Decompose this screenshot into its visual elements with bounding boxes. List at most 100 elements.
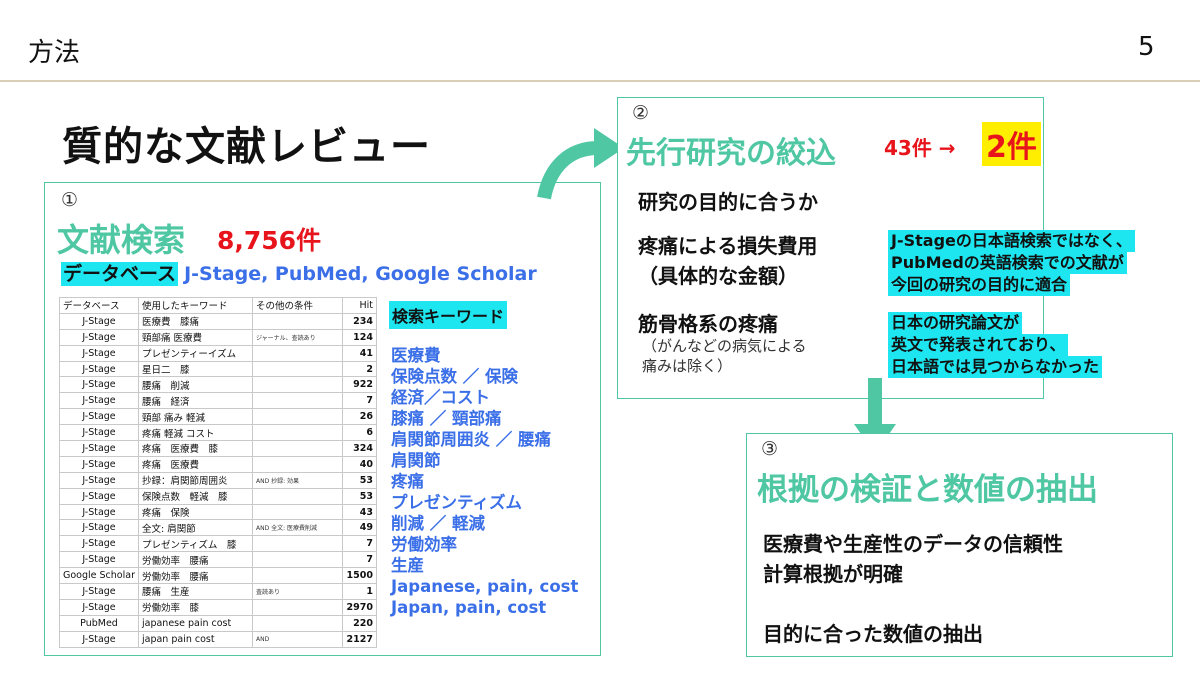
keyword-item: プレゼンティズム [391, 493, 523, 512]
table-row: J-Stage 腰痛 削減 922 [59, 376, 378, 394]
table-header-database: データベース [59, 297, 139, 314]
keyword-item: 医療費 [391, 346, 441, 365]
cell-database: J-Stage [59, 376, 139, 394]
keyword-item: Japanese, pain, cost [391, 577, 579, 596]
table-row: Google Scholar 労働効率 腰痛 1500 [59, 567, 378, 585]
section3-number: ③ [761, 438, 779, 460]
cell-keyword: 疼痛 医療費 [137, 455, 253, 473]
table-row: J-Stage 抄録：肩関節周囲炎 AND 抄録: 効果 53 [59, 471, 378, 489]
cell-hit: 2970 [341, 598, 378, 616]
cell-hit: 1500 [341, 567, 378, 585]
table-row: J-Stage 労働効率 腰痛 7 [59, 551, 378, 569]
cell-hit: 53 [341, 471, 378, 489]
cell-hit: 234 [341, 312, 378, 330]
cell-database: J-Stage [59, 328, 139, 346]
section3-box: ③ 根拠の検証と数値の抽出 医療費や生産性のデータの信頼性 計算根拠が明確 目的… [746, 433, 1173, 657]
cell-keyword: 頸部痛 医療費 [137, 328, 253, 346]
cell-keyword: 頸部 痛み 軽減 [137, 408, 253, 426]
criterion-purpose: 研究の目的に合うか [638, 190, 818, 214]
cell-conditions [251, 392, 343, 410]
cell-hit: 2 [341, 360, 378, 378]
cell-keyword: 疼痛 保険 [137, 503, 253, 521]
cell-database: J-Stage [59, 312, 139, 330]
slide-header-title: 方法 [28, 38, 81, 68]
cell-keyword: 医療費 膝痛 [137, 312, 253, 330]
cell-hit: 1 [341, 583, 378, 600]
cell-conditions [251, 408, 343, 426]
cell-keyword: japan pain cost [137, 630, 253, 648]
cell-hit: 7 [341, 392, 378, 410]
criterion-note-line: （がんなどの病気による [642, 337, 807, 355]
cell-conditions: AND 全文: 医療費削減 [251, 519, 343, 537]
table-header-row: データベース 使用したキーワード その他の条件 Hit [59, 297, 378, 314]
cell-hit: 2127 [341, 630, 378, 648]
cell-hit: 124 [341, 328, 378, 346]
highlight-line: 今回の研究の目的に適合 [888, 274, 1071, 296]
cell-database: Google Scholar [59, 567, 139, 585]
section3-line-extraction: 目的に合った数値の抽出 [763, 622, 983, 646]
cell-database: J-Stage [59, 598, 139, 616]
keyword-item: 膝痛 ／ 頸部痛 [391, 409, 502, 428]
highlight-line: 日本語では見つからなかった [888, 356, 1103, 378]
cell-database: J-Stage [59, 471, 139, 489]
section3-title: 根拠の検証と数値の抽出 [757, 472, 1098, 508]
cell-keyword: japanese pain cost [137, 614, 253, 632]
cell-hit: 7 [341, 535, 378, 553]
cell-hit: 53 [341, 487, 378, 505]
cell-database: J-Stage [59, 583, 139, 600]
keyword-item: 経済／コスト [391, 388, 490, 407]
cell-database: J-Stage [59, 440, 139, 457]
highlight-line: 英文で発表されており、 [888, 334, 1069, 356]
table-row: J-Stage 疼痛 軽減 コスト 6 [59, 424, 378, 442]
database-values: J-Stage, PubMed, Google Scholar [184, 263, 537, 285]
cell-database: J-Stage [59, 344, 139, 362]
cell-keyword: 疼痛 軽減 コスト [137, 424, 253, 442]
cell-hit: 6 [341, 424, 378, 442]
finding-highlight-1: J-Stageの日本語検索ではなく、 PubMedの英語検索での文献が 今回の研… [888, 230, 1135, 296]
highlight-line: 日本の研究論文が [888, 312, 1023, 334]
keyword-item: 労働効率 [391, 535, 457, 554]
cell-keyword: 労働効率 腰痛 [137, 551, 253, 569]
table-row: J-Stage 疼痛 保険 43 [59, 503, 378, 521]
keyword-label: 検索キーワード [389, 301, 508, 329]
section2-count-from: 43件 → [884, 136, 956, 160]
cell-conditions [251, 598, 343, 616]
cell-conditions [251, 344, 343, 362]
search-keyword-table: データベース 使用したキーワード その他の条件 Hit J-Stage 医療費 膝… [59, 297, 378, 648]
cell-database: J-Stage [59, 630, 139, 648]
section2-box: ② 先行研究の絞込 43件 → 2件 研究の目的に合うか 疼痛による損失費用 （… [617, 97, 1135, 399]
cell-database: J-Stage [59, 424, 139, 442]
section2-count-to: 2件 [982, 122, 1041, 166]
cell-hit: 49 [341, 519, 378, 537]
cell-keyword: プレゼンティーイズム [137, 344, 253, 362]
criterion-pain-cost: 疼痛による損失費用 [638, 234, 818, 258]
cell-database: J-Stage [59, 487, 139, 505]
keyword-list: 医療費 保険点数 ／ 保険 経済／コスト 膝痛 ／ 頸部痛 肩関節周囲炎 ／ 腰痛 肩関節… [391, 345, 578, 618]
cell-hit: 324 [341, 440, 378, 457]
cell-keyword: 腰痛 削減 [137, 376, 253, 394]
cell-conditions [251, 424, 343, 442]
finding-highlight-2: 日本の研究論文が 英文で発表されており、 日本語では見つからなかった [888, 312, 1103, 378]
cell-conditions [251, 614, 343, 632]
cell-conditions [251, 487, 343, 505]
cell-keyword: 疼痛 医療費 膝 [137, 440, 253, 457]
cell-database: J-Stage [59, 503, 139, 521]
table-row: J-Stage 頸部 痛み 軽減 26 [59, 408, 378, 426]
cell-conditions [251, 312, 343, 330]
table-row: J-Stage 全文: 肩関節 AND 全文: 医療費削減 49 [59, 519, 378, 537]
section1-box: ① 文献検索 8,756件 データベース J-Stage, PubMed, Goo… [44, 182, 601, 656]
cell-keyword: 労働効率 膝 [137, 598, 253, 616]
section3-line-reliability: 医療費や生産性のデータの信頼性 [763, 532, 1063, 556]
keyword-item: 削減 ／ 軽減 [391, 514, 485, 533]
table-row: J-Stage 労働効率 膝 2970 [59, 598, 378, 616]
main-title: 質的な文献レビュー [62, 124, 431, 170]
section1-count: 8,756件 [217, 226, 322, 255]
database-label: データベース [61, 262, 179, 286]
cell-hit: 922 [341, 376, 378, 394]
highlight-line: PubMedの英語検索での文献が [888, 252, 1127, 274]
keyword-item: 生産 [391, 556, 424, 575]
cell-keyword: 全文: 肩関節 [137, 519, 253, 537]
cell-hit: 41 [341, 344, 378, 362]
table-row: J-Stage プレゼンティズム 膝 7 [59, 535, 378, 553]
cell-hit: 43 [341, 503, 378, 521]
